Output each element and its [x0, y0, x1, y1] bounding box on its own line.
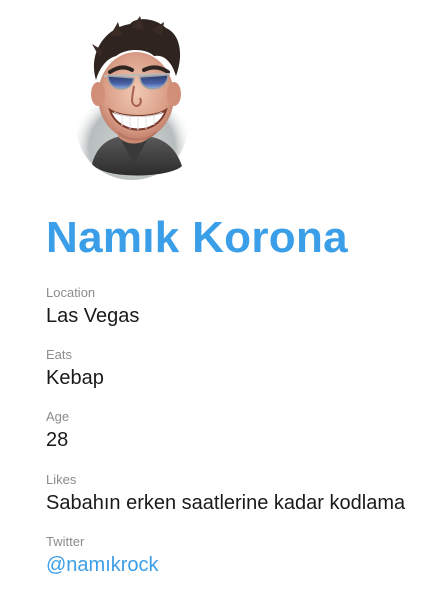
eats-label: Eats [46, 347, 73, 362]
twitter-label: Twitter [46, 534, 85, 549]
age-value: 28 [46, 429, 69, 451]
twitter-field: Twitter @namıkrock [46, 534, 159, 577]
location-field: Location Las Vegas [46, 285, 139, 328]
age-field: Age 28 [46, 409, 69, 452]
likes-value: Sabahın erken saatlerine kadar kodlama [46, 492, 406, 514]
location-label: Location [46, 285, 96, 300]
avatar [74, 14, 196, 182]
eats-field: Eats Kebap [46, 347, 104, 390]
likes-field: Likes Sabahın erken saatlerine kadar kod… [46, 472, 405, 515]
age-label: Age [46, 409, 70, 424]
likes-label: Likes [46, 472, 77, 487]
profile-name: Namık Korona [46, 213, 348, 262]
avatar-caricature-image [76, 16, 188, 180]
eats-value: Kebap [46, 367, 104, 389]
location-value: Las Vegas [46, 305, 140, 327]
twitter-handle-link[interactable]: @namıkrock [46, 553, 159, 577]
